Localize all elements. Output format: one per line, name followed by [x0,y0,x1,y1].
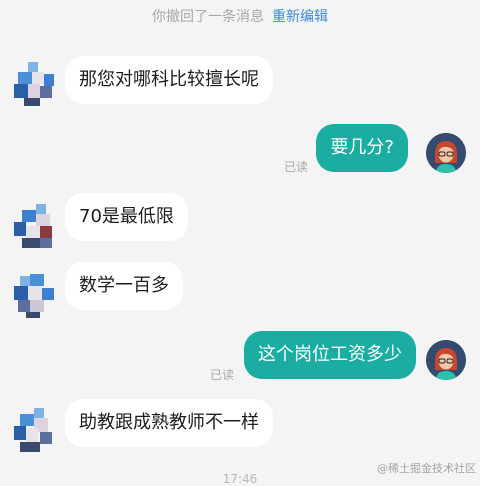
contact-avatar[interactable] [14,408,54,452]
message-text: 70是最低限 [79,206,174,227]
message-bubble-outgoing[interactable]: 要几分? [316,124,408,172]
message-bubble-outgoing[interactable]: 这个岗位工资多少 [244,331,416,379]
message-bubble-incoming[interactable]: 助教跟成熟教师不一样 [65,399,273,447]
contact-avatar[interactable] [14,62,54,106]
message-text: 助教跟成熟教师不一样 [79,412,259,433]
user-avatar[interactable] [426,133,466,173]
recall-notice: 你撤回了一条消息 重新编辑 [0,6,480,26]
message-text: 这个岗位工资多少 [258,344,402,365]
user-avatar[interactable] [426,340,466,380]
contact-avatar[interactable] [14,274,54,318]
read-status: 已读 [283,160,308,174]
read-status: 已读 [209,368,234,382]
recall-notice-text: 你撤回了一条消息 [152,9,264,25]
message-text: 那您对哪科比较擅长呢 [79,69,259,90]
re-edit-link[interactable]: 重新编辑 [272,9,328,25]
message-text: 要几分? [330,137,394,158]
message-text: 数学一百多 [79,275,169,296]
message-bubble-incoming[interactable]: 数学一百多 [65,262,183,310]
watermark: @稀土掘金技术社区 [377,462,476,475]
message-bubble-incoming[interactable]: 70是最低限 [65,193,188,241]
contact-avatar[interactable] [14,204,54,248]
user-avatar-icon [426,340,466,380]
message-bubble-incoming[interactable]: 那您对哪科比较擅长呢 [65,56,273,104]
user-avatar-icon [426,133,466,173]
